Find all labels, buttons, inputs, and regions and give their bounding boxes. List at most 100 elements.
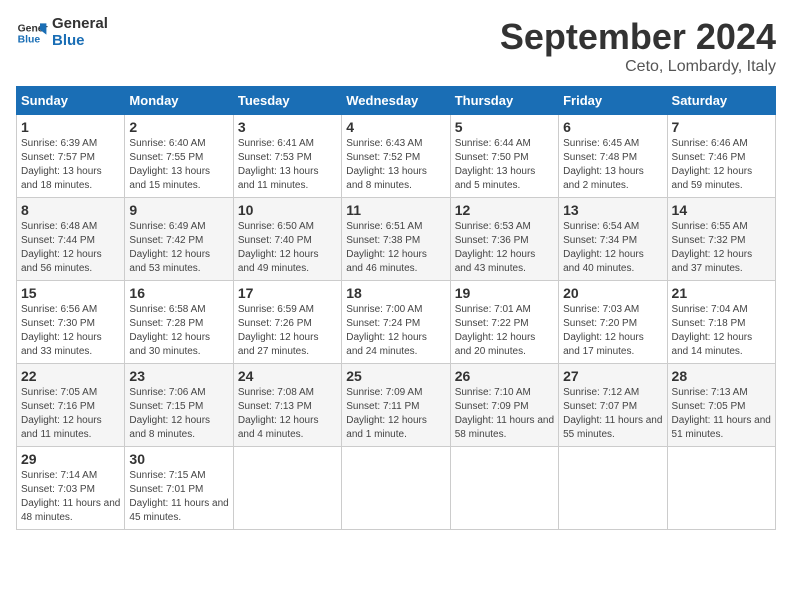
day-number: 1 <box>21 119 120 135</box>
calendar-cell: 30 Sunrise: 7:15 AMSunset: 7:01 PMDaylig… <box>125 447 233 530</box>
col-header-friday: Friday <box>559 87 667 115</box>
day-info: Sunrise: 6:48 AMSunset: 7:44 PMDaylight:… <box>21 220 120 276</box>
calendar-cell: 13 Sunrise: 6:54 AMSunset: 7:34 PMDaylig… <box>559 198 667 281</box>
day-info: Sunrise: 6:44 AMSunset: 7:50 PMDaylight:… <box>455 137 554 193</box>
day-number: 12 <box>455 202 554 218</box>
day-info: Sunrise: 6:53 AMSunset: 7:36 PMDaylight:… <box>455 220 554 276</box>
day-number: 7 <box>672 119 771 135</box>
calendar-table: SundayMondayTuesdayWednesdayThursdayFrid… <box>16 86 776 530</box>
day-number: 22 <box>21 368 120 384</box>
day-info: Sunrise: 7:00 AMSunset: 7:24 PMDaylight:… <box>346 303 445 359</box>
col-header-monday: Monday <box>125 87 233 115</box>
calendar-cell <box>450 447 558 530</box>
day-info: Sunrise: 6:43 AMSunset: 7:52 PMDaylight:… <box>346 137 445 193</box>
col-header-saturday: Saturday <box>667 87 775 115</box>
day-info: Sunrise: 7:08 AMSunset: 7:13 PMDaylight:… <box>238 386 337 442</box>
week-row-5: 29 Sunrise: 7:14 AMSunset: 7:03 PMDaylig… <box>17 447 776 530</box>
calendar-cell: 18 Sunrise: 7:00 AMSunset: 7:24 PMDaylig… <box>342 281 450 364</box>
day-number: 26 <box>455 368 554 384</box>
day-info: Sunrise: 6:41 AMSunset: 7:53 PMDaylight:… <box>238 137 337 193</box>
day-info: Sunrise: 6:39 AMSunset: 7:57 PMDaylight:… <box>21 137 120 193</box>
day-info: Sunrise: 6:50 AMSunset: 7:40 PMDaylight:… <box>238 220 337 276</box>
calendar-cell: 10 Sunrise: 6:50 AMSunset: 7:40 PMDaylig… <box>233 198 341 281</box>
calendar-cell: 12 Sunrise: 6:53 AMSunset: 7:36 PMDaylig… <box>450 198 558 281</box>
day-info: Sunrise: 6:46 AMSunset: 7:46 PMDaylight:… <box>672 137 771 193</box>
day-number: 29 <box>21 451 120 467</box>
day-info: Sunrise: 7:09 AMSunset: 7:11 PMDaylight:… <box>346 386 445 442</box>
day-info: Sunrise: 7:05 AMSunset: 7:16 PMDaylight:… <box>21 386 120 442</box>
calendar-cell <box>233 447 341 530</box>
logo-blue: Blue <box>52 33 108 50</box>
calendar-cell: 21 Sunrise: 7:04 AMSunset: 7:18 PMDaylig… <box>667 281 775 364</box>
col-header-wednesday: Wednesday <box>342 87 450 115</box>
day-info: Sunrise: 6:54 AMSunset: 7:34 PMDaylight:… <box>563 220 662 276</box>
calendar-cell: 5 Sunrise: 6:44 AMSunset: 7:50 PMDayligh… <box>450 115 558 198</box>
calendar-cell: 11 Sunrise: 6:51 AMSunset: 7:38 PMDaylig… <box>342 198 450 281</box>
calendar-cell: 14 Sunrise: 6:55 AMSunset: 7:32 PMDaylig… <box>667 198 775 281</box>
calendar-cell: 16 Sunrise: 6:58 AMSunset: 7:28 PMDaylig… <box>125 281 233 364</box>
day-number: 10 <box>238 202 337 218</box>
day-info: Sunrise: 6:55 AMSunset: 7:32 PMDaylight:… <box>672 220 771 276</box>
day-number: 6 <box>563 119 662 135</box>
week-row-4: 22 Sunrise: 7:05 AMSunset: 7:16 PMDaylig… <box>17 364 776 447</box>
calendar-cell: 3 Sunrise: 6:41 AMSunset: 7:53 PMDayligh… <box>233 115 341 198</box>
day-info: Sunrise: 7:15 AMSunset: 7:01 PMDaylight:… <box>129 469 228 525</box>
calendar-cell: 4 Sunrise: 6:43 AMSunset: 7:52 PMDayligh… <box>342 115 450 198</box>
day-number: 17 <box>238 285 337 301</box>
calendar-cell: 8 Sunrise: 6:48 AMSunset: 7:44 PMDayligh… <box>17 198 125 281</box>
calendar-cell <box>559 447 667 530</box>
day-number: 20 <box>563 285 662 301</box>
day-number: 18 <box>346 285 445 301</box>
calendar-cell: 26 Sunrise: 7:10 AMSunset: 7:09 PMDaylig… <box>450 364 558 447</box>
day-info: Sunrise: 7:04 AMSunset: 7:18 PMDaylight:… <box>672 303 771 359</box>
day-info: Sunrise: 6:58 AMSunset: 7:28 PMDaylight:… <box>129 303 228 359</box>
day-number: 9 <box>129 202 228 218</box>
calendar-cell: 1 Sunrise: 6:39 AMSunset: 7:57 PMDayligh… <box>17 115 125 198</box>
day-number: 2 <box>129 119 228 135</box>
day-number: 5 <box>455 119 554 135</box>
day-info: Sunrise: 7:01 AMSunset: 7:22 PMDaylight:… <box>455 303 554 359</box>
day-info: Sunrise: 6:59 AMSunset: 7:26 PMDaylight:… <box>238 303 337 359</box>
day-number: 4 <box>346 119 445 135</box>
day-number: 23 <box>129 368 228 384</box>
day-number: 24 <box>238 368 337 384</box>
day-number: 16 <box>129 285 228 301</box>
calendar-cell: 24 Sunrise: 7:08 AMSunset: 7:13 PMDaylig… <box>233 364 341 447</box>
day-info: Sunrise: 6:56 AMSunset: 7:30 PMDaylight:… <box>21 303 120 359</box>
day-number: 25 <box>346 368 445 384</box>
day-number: 11 <box>346 202 445 218</box>
day-info: Sunrise: 6:40 AMSunset: 7:55 PMDaylight:… <box>129 137 228 193</box>
day-info: Sunrise: 6:51 AMSunset: 7:38 PMDaylight:… <box>346 220 445 276</box>
week-row-2: 8 Sunrise: 6:48 AMSunset: 7:44 PMDayligh… <box>17 198 776 281</box>
calendar-cell <box>342 447 450 530</box>
day-info: Sunrise: 7:03 AMSunset: 7:20 PMDaylight:… <box>563 303 662 359</box>
calendar-cell: 2 Sunrise: 6:40 AMSunset: 7:55 PMDayligh… <box>125 115 233 198</box>
calendar-cell: 22 Sunrise: 7:05 AMSunset: 7:16 PMDaylig… <box>17 364 125 447</box>
day-number: 14 <box>672 202 771 218</box>
week-row-3: 15 Sunrise: 6:56 AMSunset: 7:30 PMDaylig… <box>17 281 776 364</box>
col-header-tuesday: Tuesday <box>233 87 341 115</box>
calendar-cell: 15 Sunrise: 6:56 AMSunset: 7:30 PMDaylig… <box>17 281 125 364</box>
col-header-sunday: Sunday <box>17 87 125 115</box>
calendar-cell: 27 Sunrise: 7:12 AMSunset: 7:07 PMDaylig… <box>559 364 667 447</box>
calendar-cell: 23 Sunrise: 7:06 AMSunset: 7:15 PMDaylig… <box>125 364 233 447</box>
calendar-cell: 25 Sunrise: 7:09 AMSunset: 7:11 PMDaylig… <box>342 364 450 447</box>
day-number: 15 <box>21 285 120 301</box>
svg-text:Blue: Blue <box>18 34 41 45</box>
day-number: 30 <box>129 451 228 467</box>
calendar-cell: 29 Sunrise: 7:14 AMSunset: 7:03 PMDaylig… <box>17 447 125 530</box>
day-number: 8 <box>21 202 120 218</box>
logo: General Blue General Blue <box>16 16 108 49</box>
calendar-cell: 28 Sunrise: 7:13 AMSunset: 7:05 PMDaylig… <box>667 364 775 447</box>
col-header-thursday: Thursday <box>450 87 558 115</box>
week-row-1: 1 Sunrise: 6:39 AMSunset: 7:57 PMDayligh… <box>17 115 776 198</box>
calendar-cell: 20 Sunrise: 7:03 AMSunset: 7:20 PMDaylig… <box>559 281 667 364</box>
header-row: SundayMondayTuesdayWednesdayThursdayFrid… <box>17 87 776 115</box>
month-title: September 2024 <box>500 16 776 58</box>
day-info: Sunrise: 7:13 AMSunset: 7:05 PMDaylight:… <box>672 386 771 442</box>
logo-general: General <box>52 16 108 33</box>
day-number: 13 <box>563 202 662 218</box>
calendar-cell: 19 Sunrise: 7:01 AMSunset: 7:22 PMDaylig… <box>450 281 558 364</box>
day-number: 28 <box>672 368 771 384</box>
day-info: Sunrise: 7:14 AMSunset: 7:03 PMDaylight:… <box>21 469 120 525</box>
